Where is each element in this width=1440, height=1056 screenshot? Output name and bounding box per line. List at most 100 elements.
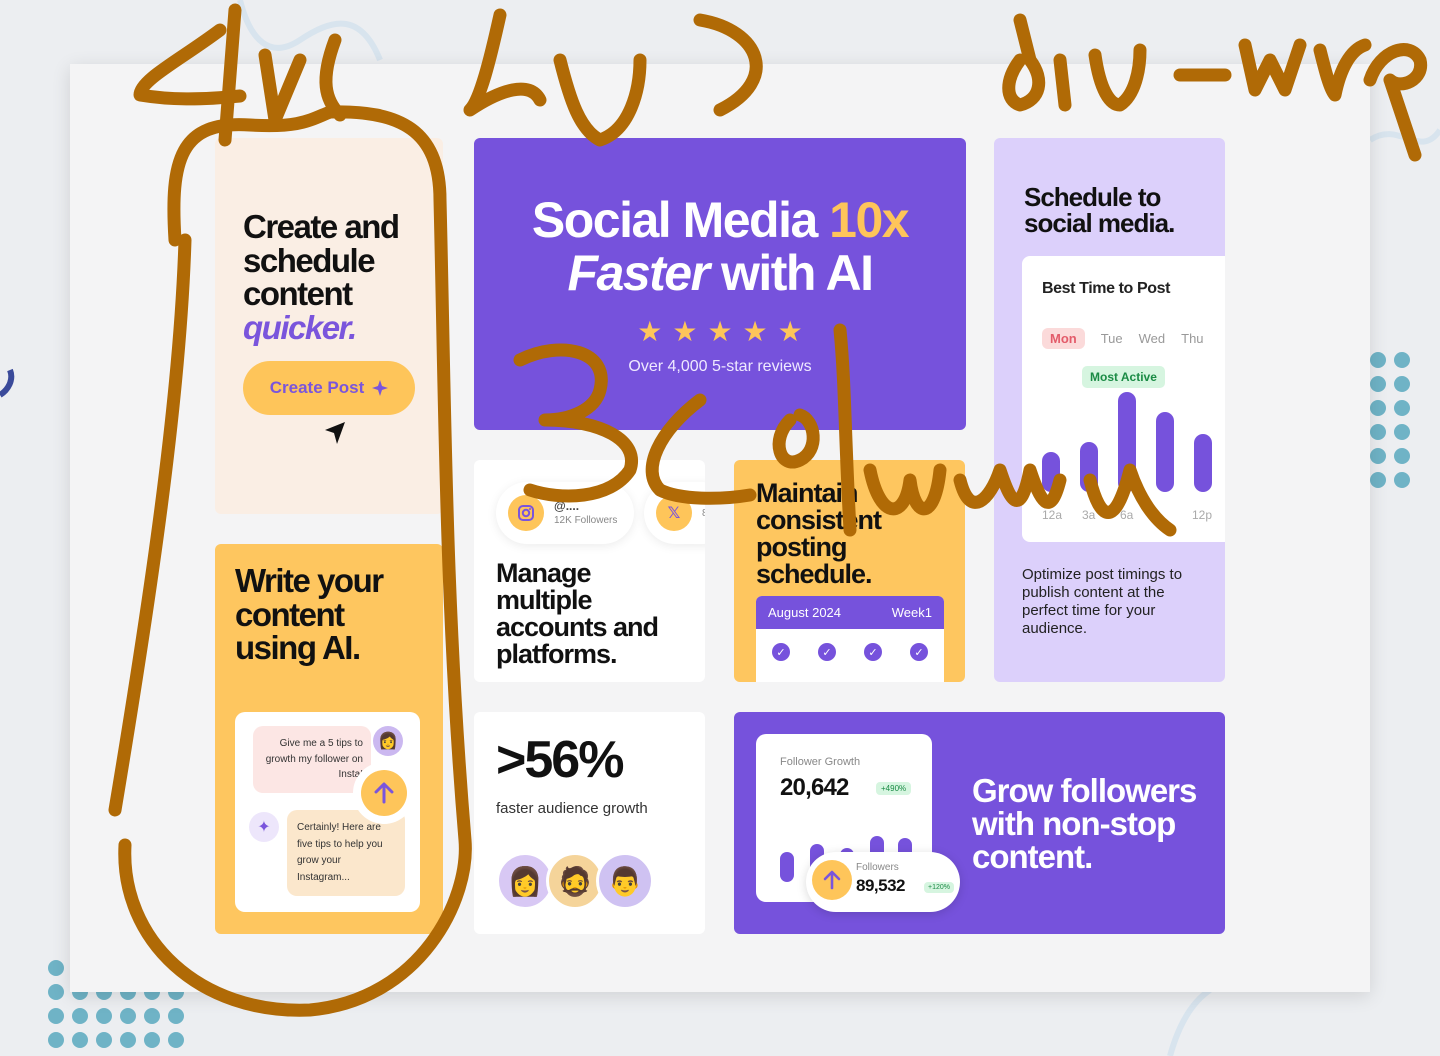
account-handle: @....: [554, 498, 580, 513]
day-tab-thu[interactable]: Thu: [1181, 328, 1203, 349]
calendar-checks: ✓ ✓ ✓ ✓: [756, 629, 944, 661]
day-selector: Mon Tue Wed Thu: [1042, 328, 1204, 349]
user-prompt-bubble: Give me a 5 tips to growth my follower o…: [253, 726, 371, 793]
avatar-group: 👩 🧔 👨: [496, 852, 654, 910]
account-instagram[interactable]: @.... 12K Followers: [496, 482, 634, 544]
arrow-up-icon: [374, 782, 394, 804]
ai-sparkle-icon: ✦: [249, 812, 279, 842]
star-icon: ★: [707, 316, 733, 347]
create-card-heading: Create and schedule content quicker.: [243, 208, 400, 346]
follower-growth-badge: +490%: [876, 782, 912, 795]
day-tab-tue[interactable]: Tue: [1101, 328, 1123, 349]
account-x[interactable]: 𝕏 8: [644, 482, 705, 544]
cursor-icon: [325, 422, 345, 444]
growth-stat: >56%: [496, 731, 624, 789]
growth-bar: [780, 852, 794, 882]
heading-line: using AI.: [235, 629, 361, 667]
ai-card-heading: Write your content using AI.: [235, 562, 384, 667]
heading-line: social media.: [1024, 208, 1175, 238]
follower-growth-value: 20,642: [780, 774, 849, 801]
heading-line: schedule: [243, 241, 376, 279]
heading-line: accounts and: [496, 612, 659, 642]
heading-line: posting: [756, 532, 847, 562]
star-rating: ★ ★ ★ ★ ★: [474, 318, 966, 346]
create-post-label: Create Post: [269, 378, 365, 397]
ai-writing-card: Write your content using AI. Give me a 5…: [215, 544, 443, 934]
check-icon: ✓: [818, 643, 836, 661]
consistent-heading: Maintain consistent posting schedule.: [756, 478, 882, 589]
avatar: 👨: [596, 852, 654, 910]
chat-panel: Give me a 5 tips to growth my follower o…: [235, 712, 420, 912]
calendar-widget: August 2024 Week1 ✓ ✓ ✓ ✓: [756, 596, 944, 682]
heading-line: multiple: [496, 585, 593, 615]
time-label: 3a: [1082, 508, 1096, 522]
hero-title-accent: 10x: [829, 192, 909, 248]
hero-card: Social Media 10x Faster with AI ★ ★ ★ ★ …: [474, 138, 966, 430]
followers-card: Follower Growth 20,642 +490% Followers 8…: [734, 712, 1225, 934]
best-time-panel: Best Time to Post Mon Tue Wed Thu Most A…: [1022, 256, 1225, 542]
heading-line: content.: [972, 838, 1093, 875]
calendar-month: August 2024: [768, 605, 842, 620]
activity-bar: [1118, 392, 1136, 492]
schedule-description: Optimize post timings to publish content…: [1022, 566, 1183, 637]
heading-line: consistent: [756, 505, 882, 535]
sparkle-icon: [372, 380, 389, 396]
check-icon: ✓: [864, 643, 882, 661]
heading-line: Maintain: [756, 478, 859, 508]
reviews-text: Over 4,000 5-star reviews: [628, 358, 812, 375]
hero-title-text: Social Media: [531, 192, 830, 248]
hero-title-italic: Faster: [567, 244, 711, 301]
activity-bar: [1194, 434, 1212, 492]
schedule-heading: Schedule to social media.: [1024, 182, 1175, 238]
accounts-card: @.... 12K Followers 𝕏 8 Manage multiple a…: [474, 460, 705, 682]
growth-stat-card: >56% faster audience growth 👩 🧔 👨: [474, 712, 705, 934]
heading-line: schedule.: [756, 559, 873, 589]
heading-line: Manage: [496, 558, 592, 588]
most-active-badge: Most Active: [1082, 366, 1165, 388]
growth-caption: faster audience growth: [496, 800, 648, 817]
user-avatar: 👩: [373, 726, 403, 756]
hero-title: Social Media 10x Faster with AI: [474, 194, 966, 299]
heading-line: with non-stop: [972, 805, 1176, 842]
hero-title-text: with AI: [708, 244, 874, 301]
check-icon: ✓: [910, 643, 928, 661]
followers-heading: Grow followers with non-stop content.: [972, 772, 1197, 875]
calendar-header: August 2024 Week1: [756, 596, 944, 629]
heading-line: content: [243, 275, 353, 313]
heading-line: Schedule to: [1024, 182, 1161, 212]
check-icon: ✓: [772, 643, 790, 661]
star-icon: ★: [637, 316, 663, 347]
follower-growth-label: Follower Growth: [780, 756, 861, 768]
activity-bar: [1156, 412, 1174, 492]
account-followers: 12K Followers: [554, 515, 618, 527]
time-label: 12a: [1042, 508, 1063, 522]
heading-line: Grow followers: [972, 772, 1197, 809]
heading-line: Write your: [235, 562, 384, 599]
star-icon: ★: [777, 316, 803, 347]
heading-line: content: [235, 595, 345, 633]
followers-value: 89,532: [856, 876, 906, 895]
dot-grid-right: [1370, 352, 1410, 488]
create-content-card: Create and schedule content quicker. Cre…: [215, 138, 443, 514]
day-tab-mon[interactable]: Mon: [1042, 328, 1085, 349]
best-time-title: Best Time to Post: [1042, 280, 1171, 297]
calendar-week: Week1: [891, 605, 932, 620]
day-tab-wed[interactable]: Wed: [1139, 328, 1166, 349]
followers-pill: Followers 89,532 +120%: [806, 852, 960, 912]
activity-bar: [1042, 452, 1060, 492]
heading-line: platforms.: [496, 639, 618, 669]
followers-badge: +120%: [924, 882, 954, 893]
heading-accent: quicker.: [243, 308, 357, 346]
followers-label: Followers: [856, 862, 899, 873]
activity-bar: [1080, 442, 1098, 492]
arrow-up-icon: [812, 860, 852, 900]
star-icon: ★: [672, 316, 698, 347]
star-icon: ★: [742, 316, 768, 347]
create-post-button[interactable]: Create Post: [243, 361, 415, 415]
instagram-icon: [508, 495, 544, 531]
heading-line: Create and: [243, 208, 400, 245]
consistent-posting-card: Maintain consistent posting schedule. Au…: [734, 460, 965, 682]
bento-canvas: Create and schedule content quicker. Cre…: [70, 64, 1370, 992]
time-label: 12p: [1192, 508, 1213, 522]
send-button[interactable]: [353, 762, 415, 824]
